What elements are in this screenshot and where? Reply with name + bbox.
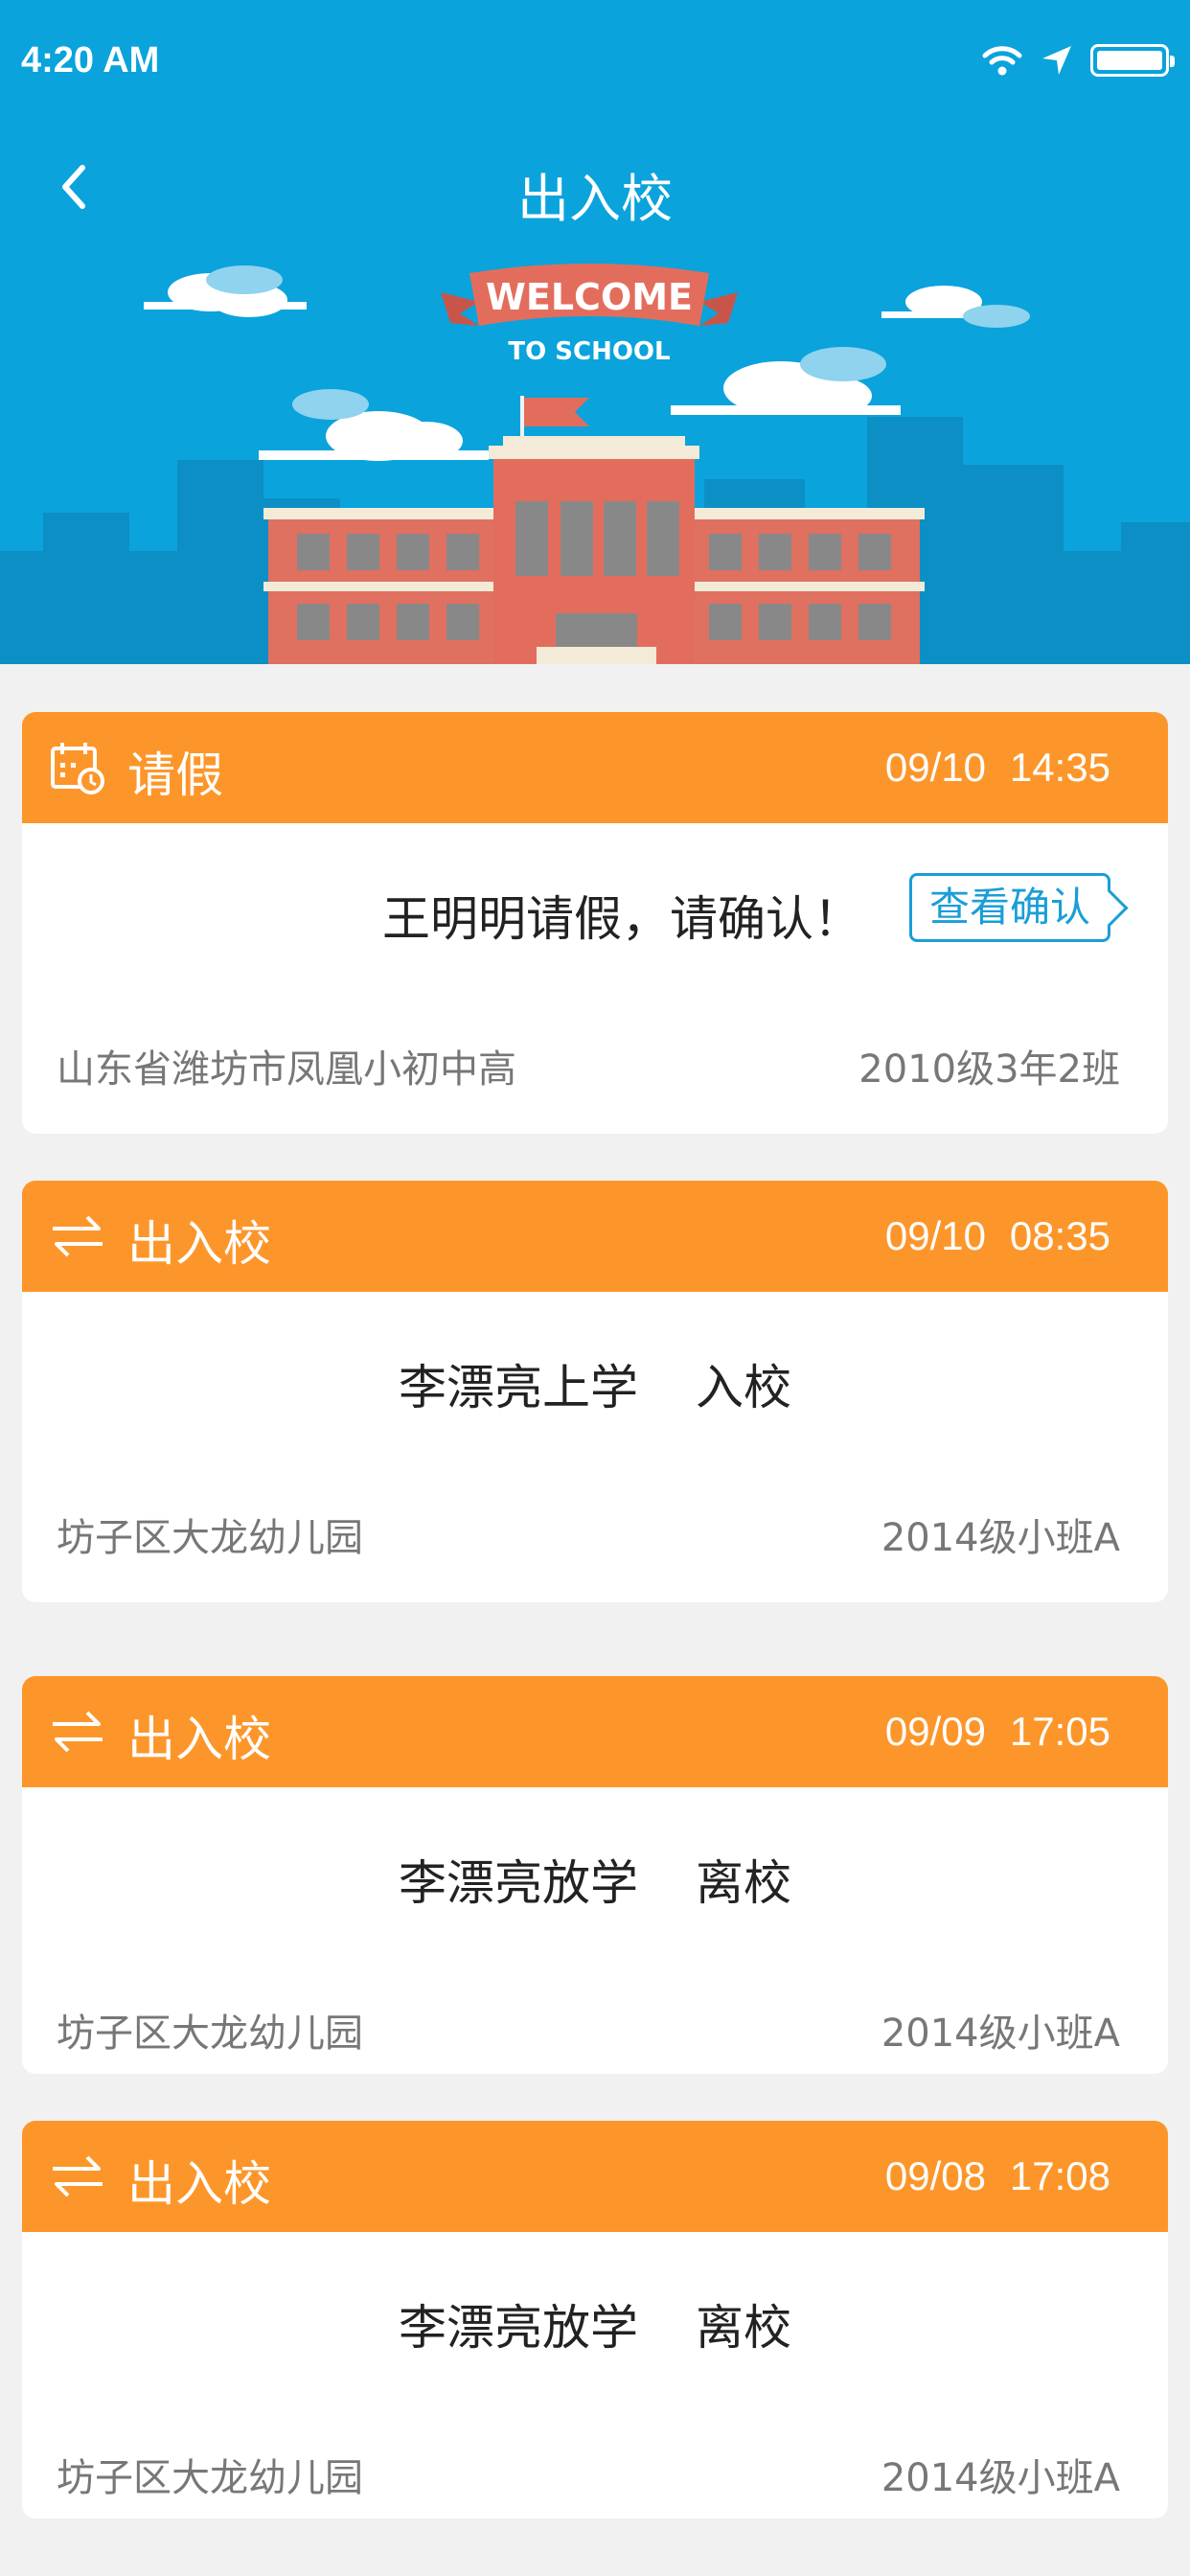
school-name: 山东省潍坊市凤凰小初中高 — [57, 1047, 516, 1092]
welcome-text: WELCOME — [486, 276, 693, 318]
card-type-label: 请假 — [127, 748, 223, 803]
card-type-label: 出入校 — [127, 2156, 271, 2212]
school-illustration: WELCOME TO SCHOOL — [0, 264, 1190, 664]
class-name: 2014级小班A — [881, 1516, 1120, 1560]
attendance-card[interactable]: 出入校 09/09 17:05 李漂亮放学 离校 坊子区大龙幼儿园 2014级小班… — [22, 1676, 1168, 2074]
attendance-card[interactable]: 出入校 09/10 08:35 李漂亮上学 入校 坊子区大龙幼儿园 2014级小班… — [22, 1181, 1168, 1602]
direction-label: 离校 — [696, 2300, 791, 2356]
welcome-banner: WELCOME TO SCHOOL — [0, 254, 1190, 664]
card-time: 17:05 — [1009, 1709, 1110, 1754]
class-name: 2010级3年2班 — [858, 1047, 1120, 1092]
card-body: 李漂亮放学 离校 坊子区大龙幼儿园 2014级小班A — [22, 2232, 1168, 2518]
status-time: 4:20 AM — [21, 40, 160, 80]
status-icons — [981, 44, 1175, 77]
navigation-bar: 出入校 — [0, 139, 1190, 235]
swap-arrows-icon — [53, 1711, 103, 1753]
direction-label: 离校 — [696, 1855, 791, 1911]
card-body: 李漂亮上学 入校 坊子区大龙幼儿园 2014级小班A — [22, 1292, 1168, 1602]
status-bar: 4:20 AM — [0, 0, 1190, 125]
school-name: 坊子区大龙幼儿园 — [57, 2012, 363, 2056]
class-name: 2014级小班A — [881, 2456, 1120, 2500]
attendance-message: 李漂亮上学 入校 — [22, 1349, 1168, 1418]
wifi-icon — [982, 46, 1022, 76]
card-date: 09/10 — [884, 1213, 986, 1258]
class-name: 2014级小班A — [881, 2012, 1120, 2056]
direction-label: 入校 — [696, 1360, 791, 1415]
leave-message: 王明明请假，请确认！ — [382, 891, 861, 947]
card-header: 出入校 09/08 17:08 — [22, 2121, 1168, 2232]
page-title: 出入校 — [517, 169, 673, 229]
leave-card[interactable]: 请假 09/10 14:35 王明明请假，请确认！ 查看确认 山东省潍坊市凤凰小… — [22, 712, 1168, 1134]
view-confirm-button[interactable]: 查看确认 — [908, 873, 1110, 942]
card-body: 王明明请假，请确认！ 查看确认 山东省潍坊市凤凰小初中高 2010级3年2班 — [22, 823, 1168, 1134]
card-date: 09/09 — [884, 1709, 986, 1754]
card-body: 李漂亮放学 离校 坊子区大龙幼儿园 2014级小班A — [22, 1787, 1168, 2074]
card-type-label: 出入校 — [127, 1712, 271, 1767]
to-school-text: TO SCHOOL — [508, 337, 670, 366]
swap-arrows-icon — [53, 1215, 103, 1257]
attendance-message: 李漂亮放学 离校 — [22, 2289, 1168, 2358]
card-header: 请假 09/10 14:35 — [22, 712, 1168, 823]
attendance-card[interactable]: 出入校 09/08 17:08 李漂亮放学 离校 坊子区大龙幼儿园 2014级小班… — [22, 2121, 1168, 2518]
student-event: 李漂亮上学 — [399, 1360, 638, 1415]
card-header: 出入校 09/10 08:35 — [22, 1181, 1168, 1292]
swap-arrows-icon — [53, 2155, 103, 2197]
card-date: 09/10 — [884, 745, 986, 790]
location-arrow-icon — [1042, 46, 1071, 75]
card-time: 14:35 — [1009, 745, 1110, 790]
card-type-label: 出入校 — [127, 1216, 271, 1272]
school-name: 坊子区大龙幼儿园 — [57, 2456, 363, 2500]
student-event: 李漂亮放学 — [399, 2300, 638, 2356]
card-time: 08:35 — [1009, 1213, 1110, 1258]
battery-icon — [1090, 44, 1175, 77]
school-name: 坊子区大龙幼儿园 — [57, 1516, 363, 1560]
card-time: 17:08 — [1009, 2153, 1110, 2198]
attendance-message: 李漂亮放学 离校 — [22, 1845, 1168, 1914]
calendar-clock-icon — [51, 743, 104, 794]
card-date: 09/08 — [884, 2153, 986, 2198]
student-event: 李漂亮放学 — [399, 1855, 638, 1911]
card-header: 出入校 09/09 17:05 — [22, 1676, 1168, 1787]
